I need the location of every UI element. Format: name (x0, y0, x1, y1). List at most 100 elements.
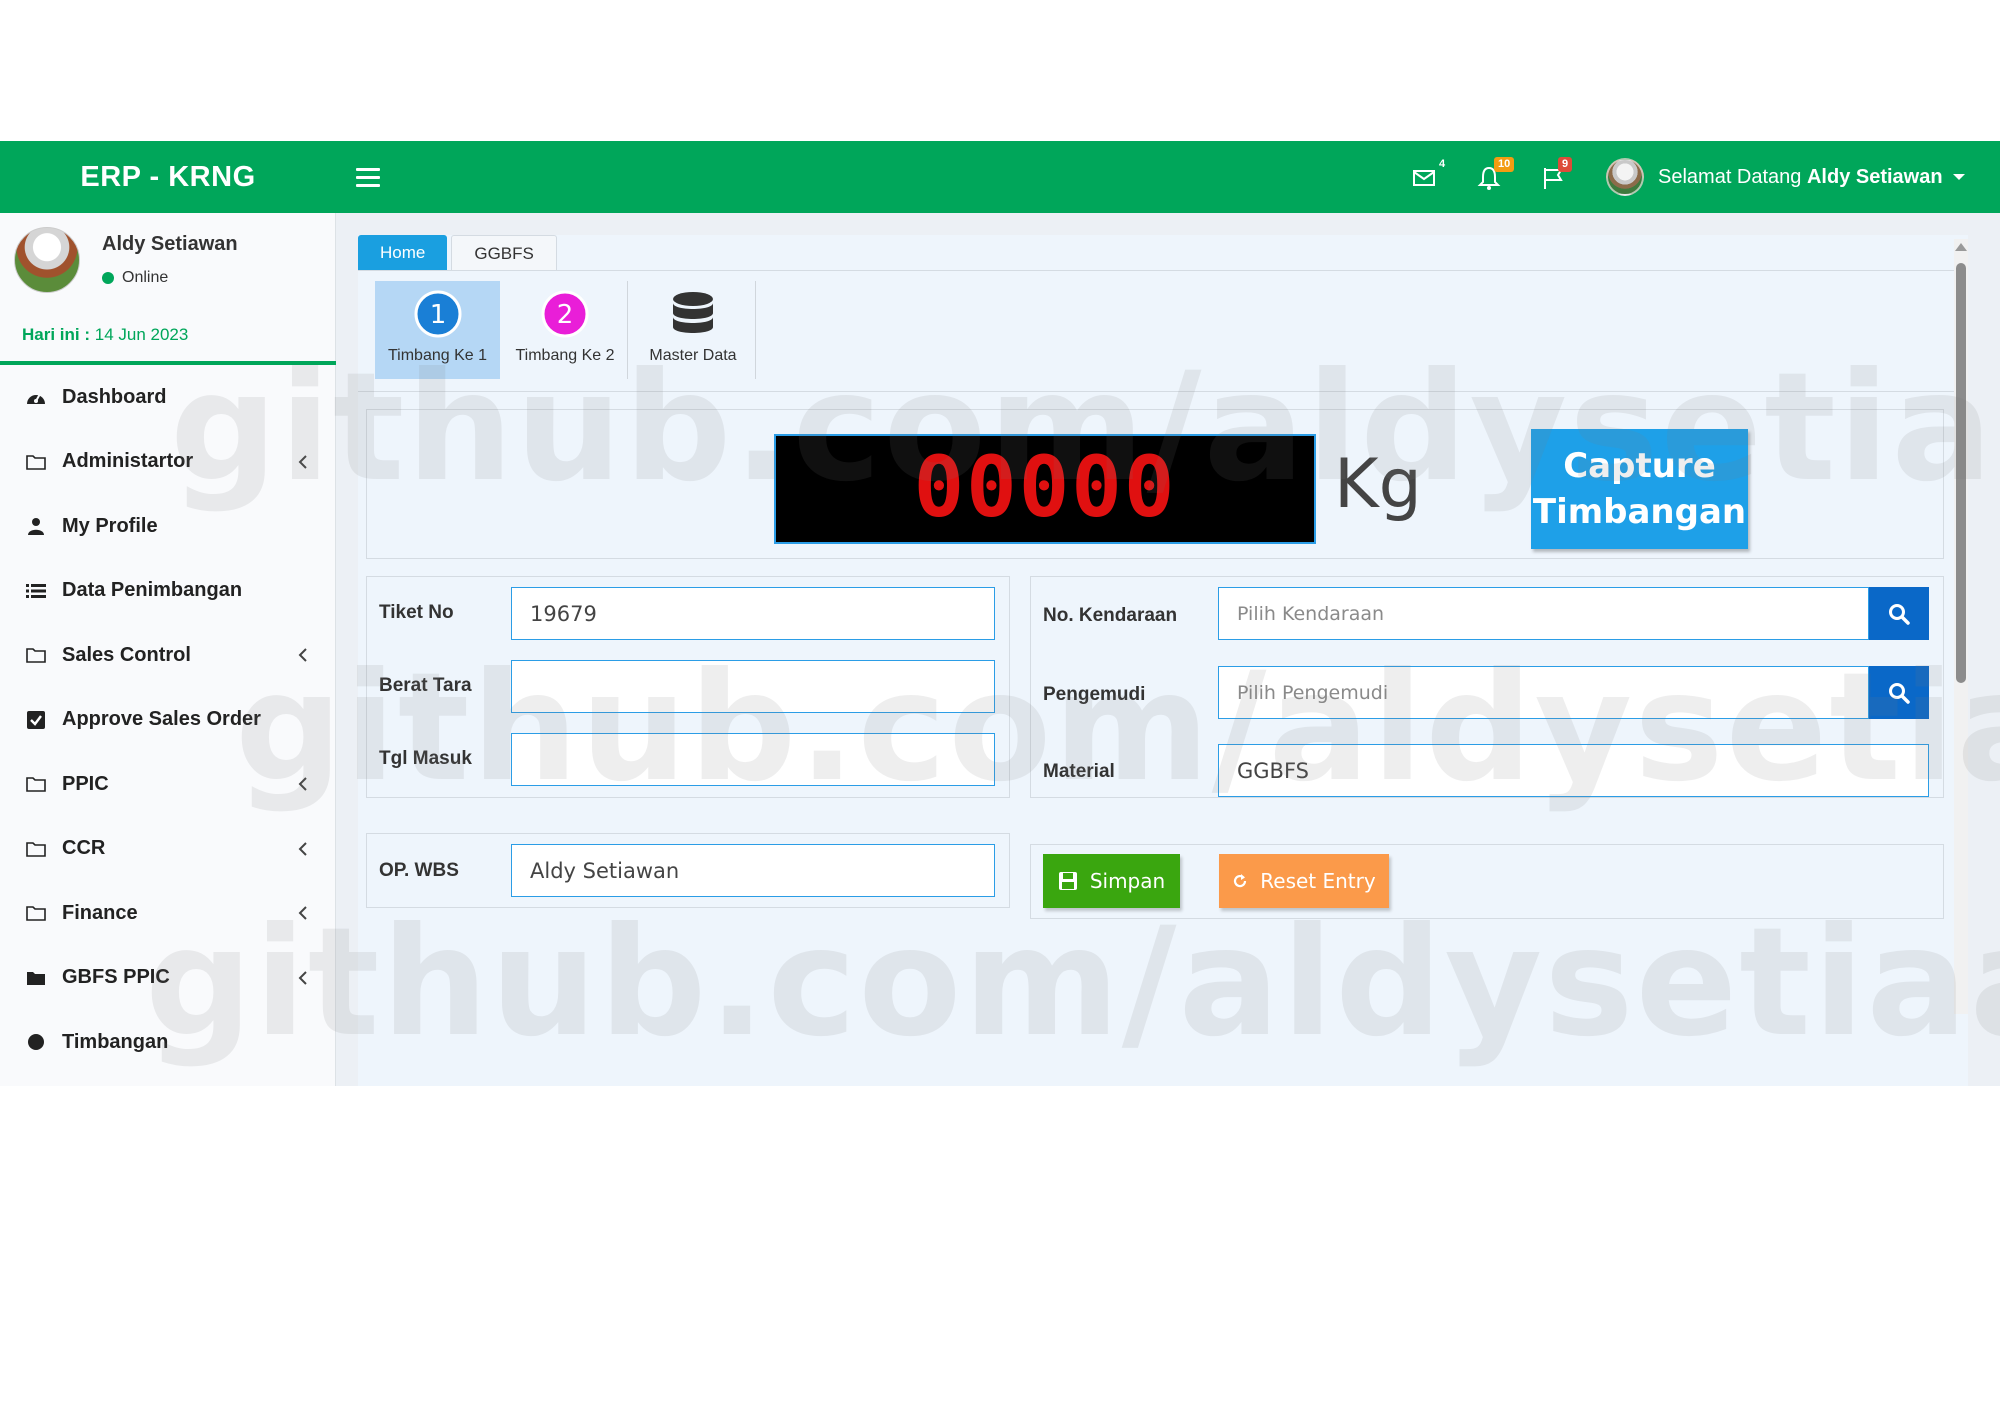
weight-reading: 00000 (915, 450, 1175, 528)
user-avatar (1606, 158, 1644, 196)
master-data-button[interactable]: Master Data (631, 281, 756, 379)
simpan-label: Simpan (1089, 869, 1166, 893)
sidebar-avatar (14, 227, 80, 293)
save-icon (1058, 872, 1077, 890)
no-kendaraan-input[interactable]: Pilih Kendaraan (1218, 587, 1869, 640)
sidebar-menu: Dashboard Administartor My Profile Data … (0, 365, 336, 1075)
timbang-ke-1-button[interactable]: 1 Timbang Ke 1 (375, 281, 500, 379)
database-icon (668, 289, 718, 339)
timbang-ke-2-label: Timbang Ke 2 (515, 347, 615, 364)
flag-icon[interactable]: 9 (1540, 157, 1574, 195)
sidebar-item-dashboard[interactable]: Dashboard (0, 365, 336, 430)
sidebar-item-label: Dashboard (62, 385, 167, 408)
number-1-text: 1 (429, 300, 446, 330)
sidebar-item-gbfs-ppic[interactable]: GBFS PPIC (0, 946, 336, 1011)
user-menu[interactable]: Selamat Datang Aldy Setiawan (1606, 157, 1965, 197)
simpan-button[interactable]: Simpan (1043, 854, 1180, 908)
pengemudi-input[interactable]: Pilih Pengemudi (1218, 666, 1869, 719)
sidebar-user-name: Aldy Setiawan (102, 233, 238, 255)
reset-entry-button[interactable]: Reset Entry (1219, 854, 1389, 908)
status-text: Online (122, 269, 169, 286)
sidebar-item-label: Finance (62, 901, 138, 924)
master-data-label: Master Data (649, 347, 737, 364)
capture-timbangan-button[interactable]: Capture Timbangan (1531, 429, 1748, 549)
sidebar-toggle-icon[interactable] (356, 163, 380, 191)
list-icon (24, 580, 48, 602)
sidebar: Aldy Setiawan Online Hari ini : 14 Jun 2… (0, 213, 336, 1086)
number-2-text: 2 (557, 300, 574, 330)
sidebar-item-data-penimbangan[interactable]: Data Penimbangan (0, 559, 336, 624)
top-header: ERP - KRNG 4 10 9 Selamat Datang Aldy Se… (0, 141, 2000, 213)
tab-divider (358, 270, 1968, 271)
no-kendaraan-label: No. Kendaraan (1043, 605, 1178, 626)
sidebar-item-approve-sales-order[interactable]: Approve Sales Order (0, 688, 336, 753)
tgl-masuk-input[interactable] (511, 733, 995, 786)
folder-filled-icon (24, 967, 48, 989)
mail-icon[interactable]: 4 (1411, 158, 1445, 195)
tiket-no-input[interactable]: 19679 (511, 587, 995, 640)
sidebar-item-timbangan[interactable]: Timbangan (0, 1010, 336, 1075)
search-pengemudi-button[interactable] (1869, 666, 1929, 719)
greeting-text: Selamat Datang (1658, 165, 1802, 188)
scroll-thumb[interactable] (1956, 263, 1966, 683)
material-input[interactable]: GGBFS (1218, 744, 1929, 797)
sidebar-item-label: PPIC (62, 772, 109, 795)
online-status: Online (102, 269, 168, 287)
folder-icon (24, 644, 48, 666)
tab-home[interactable]: Home (358, 235, 448, 271)
user-panel: Aldy Setiawan Online (0, 213, 336, 293)
folder-icon (24, 838, 48, 860)
berat-tara-input[interactable] (511, 660, 995, 713)
sidebar-item-label: My Profile (62, 514, 158, 537)
today-label: Hari ini : (22, 325, 91, 344)
bell-icon[interactable]: 10 (1476, 157, 1515, 195)
flag-count-badge: 9 (1558, 157, 1573, 172)
capture-line-2: Timbangan (1532, 492, 1747, 532)
unit-label: Kg (1334, 445, 1422, 524)
sidebar-item-my-profile[interactable]: My Profile (0, 494, 336, 559)
online-dot-icon (102, 272, 114, 284)
folder-icon (24, 902, 48, 924)
today-date: Hari ini : 14 Jun 2023 (22, 325, 188, 345)
timbang-ke-2-button[interactable]: 2 Timbang Ke 2 (503, 281, 628, 379)
sidebar-item-sales-control[interactable]: Sales Control (0, 623, 336, 688)
folder-icon (24, 773, 48, 795)
dashboard-icon (24, 386, 48, 408)
op-wbs-label: OP. WBS (379, 860, 459, 881)
reset-entry-label: Reset Entry (1260, 869, 1376, 893)
sidebar-item-ppic[interactable]: PPIC (0, 752, 336, 817)
folder-icon (24, 451, 48, 473)
toolbar: 1 Timbang Ke 1 2 Timbang Ke 2 Master Dat… (375, 281, 759, 381)
today-value: 14 Jun 2023 (94, 325, 189, 344)
header-user-name: Aldy Setiawan (1806, 165, 1943, 188)
tiket-no-label: Tiket No (379, 602, 454, 623)
number-1-icon: 1 (413, 289, 463, 339)
scrollbar[interactable] (1954, 239, 1968, 1014)
sidebar-item-finance[interactable]: Finance (0, 881, 336, 946)
sidebar-item-label: Sales Control (62, 643, 191, 666)
sidebar-item-administartor[interactable]: Administartor (0, 430, 336, 495)
mail-count-badge: 4 (1439, 158, 1446, 170)
number-2-icon: 2 (540, 289, 590, 339)
user-icon (24, 515, 48, 537)
circle-icon (24, 1031, 48, 1053)
app-frame: ERP - KRNG 4 10 9 Selamat Datang Aldy Se… (0, 141, 2000, 1086)
sidebar-item-ccr[interactable]: CCR (0, 817, 336, 882)
main-content: Home GGBFS 1 Timbang Ke 1 2 Timbang Ke 2 (336, 213, 2000, 1086)
tab-ggbfs[interactable]: GGBFS (451, 235, 557, 271)
app-logo[interactable]: ERP - KRNG (0, 141, 336, 213)
pengemudi-label: Pengemudi (1043, 684, 1146, 705)
tab-bar: Home GGBFS (358, 235, 557, 271)
sidebar-item-label: Administartor (62, 450, 194, 473)
tgl-masuk-label: Tgl Masuk (379, 748, 472, 769)
scroll-up-icon[interactable] (1955, 243, 1967, 251)
search-icon (1889, 603, 1910, 625)
op-wbs-input[interactable]: Aldy Setiawan (511, 844, 995, 897)
chevron-left-icon (298, 454, 307, 469)
sidebar-item-label: Approve Sales Order (62, 708, 261, 731)
sidebar-item-label: GBFS PPIC (62, 966, 170, 989)
chevron-left-icon (298, 777, 307, 791)
refresh-icon (1234, 874, 1247, 888)
material-label: Material (1043, 761, 1115, 782)
search-kendaraan-button[interactable] (1869, 587, 1929, 640)
